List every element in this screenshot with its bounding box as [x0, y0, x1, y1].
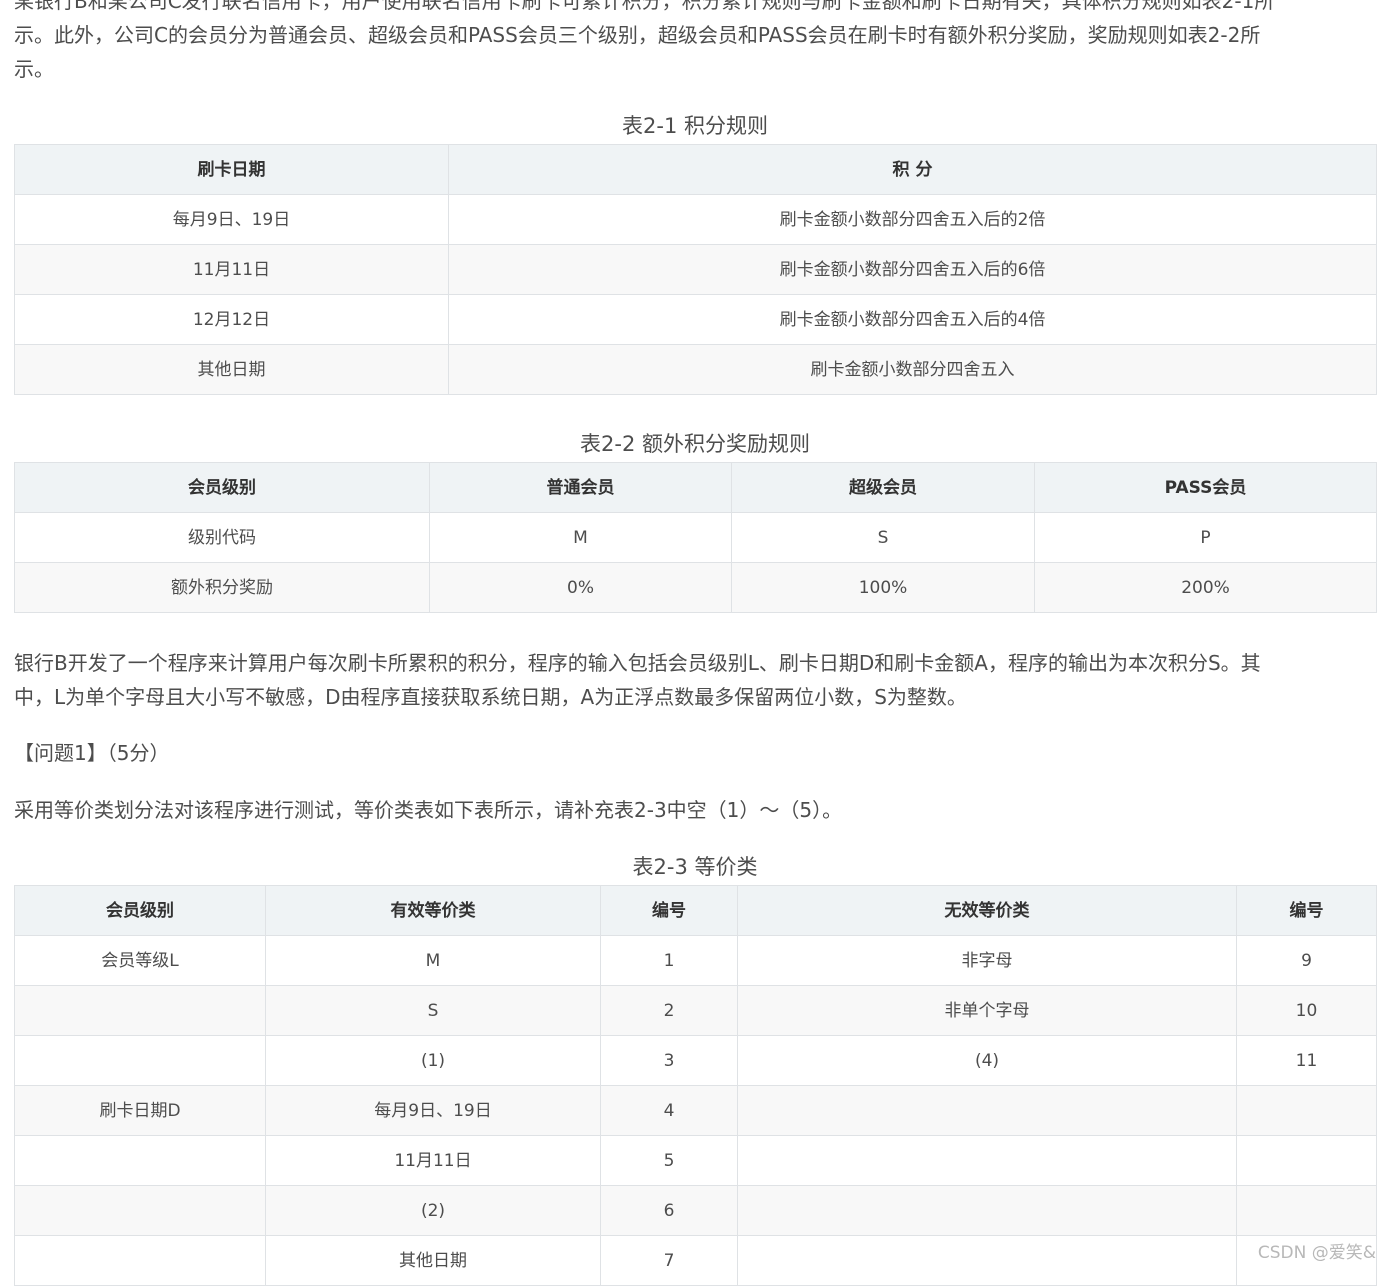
table-cell: S [265, 985, 601, 1036]
table-cell: 非单个字母 [737, 985, 1237, 1036]
table-cell: 刷卡金额小数部分四舍五入后的6倍 [448, 244, 1377, 295]
table-cell: 每月9日、19日 [265, 1085, 601, 1136]
table-row: S 2 非单个字母 10 [14, 985, 1377, 1036]
table-cell: 刷卡金额小数部分四舍五入后的2倍 [448, 194, 1377, 245]
header-valid-class: 有效等价类 [265, 885, 601, 936]
table-cell: 刷卡日期D [14, 1085, 266, 1136]
table-cell [1236, 1185, 1377, 1236]
table-cell: M [429, 512, 732, 563]
table-cell: 12月12日 [14, 294, 449, 345]
points-rule-table: 刷卡日期 积 分 每月9日、19日 刷卡金额小数部分四舍五入后的2倍 11月11… [14, 144, 1377, 395]
header-card-date: 刷卡日期 [14, 144, 449, 195]
body-line-2: 中，L为单个字母且大小写不敏感，D由程序直接获取系统日期，A为正浮点数最多保留两… [14, 685, 967, 709]
header-super-member: 超级会员 [731, 462, 1035, 513]
table-cell: 刷卡金额小数部分四舍五入 [448, 344, 1377, 395]
table-row: 每月9日、19日 刷卡金额小数部分四舍五入后的2倍 [14, 194, 1377, 245]
table-row: (2) 6 [14, 1185, 1377, 1236]
table-cell: 3 [600, 1035, 738, 1086]
table-cell: 级别代码 [14, 512, 430, 563]
table-cell: 7 [600, 1235, 738, 1286]
table-cell: (1) [265, 1035, 601, 1086]
table-cell [14, 1135, 266, 1186]
table-cell: P [1034, 512, 1377, 563]
table-row: 12月12日 刷卡金额小数部分四舍五入后的4倍 [14, 294, 1377, 345]
table-cell: 6 [600, 1185, 738, 1236]
equivalence-class-table: 会员级别 有效等价类 编号 无效等价类 编号 会员等级L M 1 非字母 9 S… [14, 885, 1377, 1286]
table-cell [737, 1185, 1237, 1236]
table-cell [14, 985, 266, 1036]
header-invalid-class: 无效等价类 [737, 885, 1237, 936]
table-cell: 每月9日、19日 [14, 194, 449, 245]
table-cell: (2) [265, 1185, 601, 1236]
table-row: 会员等级L M 1 非字母 9 [14, 935, 1377, 986]
table-row: 刷卡日期D 每月9日、19日 4 [14, 1085, 1377, 1136]
table-cell: 刷卡金额小数部分四舍五入后的4倍 [448, 294, 1377, 345]
table-cell: (4) [737, 1035, 1237, 1086]
table-header-row: 会员级别 有效等价类 编号 无效等价类 编号 [14, 885, 1377, 936]
table-cell [1236, 1135, 1377, 1186]
table-cell [737, 1235, 1237, 1286]
header-invalid-number: 编号 [1236, 885, 1377, 936]
table-row: (1) 3 (4) 11 [14, 1035, 1377, 1086]
table2-caption: 表2-2 额外积分奖励规则 [580, 432, 810, 456]
table-row: 11月11日 刷卡金额小数部分四舍五入后的6倍 [14, 244, 1377, 295]
table-header-row: 会员级别 普通会员 超级会员 PASS会员 [14, 462, 1377, 513]
intro-line-3: 示。 [14, 57, 54, 81]
header-pass-member: PASS会员 [1034, 462, 1377, 513]
table-cell: 100% [731, 562, 1035, 613]
header-member-level: 会员级别 [14, 462, 430, 513]
header-member-level: 会员级别 [14, 885, 266, 936]
table-cell [14, 1035, 266, 1086]
header-valid-number: 编号 [600, 885, 738, 936]
intro-line-1: 某银行B和某公司C发行联名信用卡，用户使用联名信用卡刷卡可累计积分，积分累计规则… [14, 0, 1275, 13]
table-cell: 额外积分奖励 [14, 562, 430, 613]
table-cell [1236, 1085, 1377, 1136]
body-line-1: 银行B开发了一个程序来计算用户每次刷卡所累积的积分，程序的输入包括会员级别L、刷… [14, 651, 1261, 675]
table-cell: 9 [1236, 935, 1377, 986]
table-cell [14, 1235, 266, 1286]
table-cell: S [731, 512, 1035, 563]
table-cell: 其他日期 [265, 1235, 601, 1286]
bonus-rule-table: 会员级别 普通会员 超级会员 PASS会员 级别代码 M S P 额外积分奖励 … [14, 462, 1377, 613]
table-cell: 1 [600, 935, 738, 986]
table-row: 其他日期 刷卡金额小数部分四舍五入 [14, 344, 1377, 395]
table-row: 其他日期 7 [14, 1235, 1377, 1286]
table-cell: 200% [1034, 562, 1377, 613]
table-cell: 会员等级L [14, 935, 266, 986]
watermark: CSDN @爱笑& [1257, 1243, 1376, 1263]
table-cell: 非字母 [737, 935, 1237, 986]
table-cell: 10 [1236, 985, 1377, 1036]
table-cell: 11 [1236, 1035, 1377, 1086]
table-cell: 11月11日 [14, 244, 449, 295]
table-cell: 0% [429, 562, 732, 613]
table-cell: 其他日期 [14, 344, 449, 395]
table-cell [737, 1085, 1237, 1136]
table-header-row: 刷卡日期 积 分 [14, 144, 1377, 195]
header-normal-member: 普通会员 [429, 462, 732, 513]
intro-line-2: 示。此外，公司C的会员分为普通会员、超级会员和PASS会员三个级别，超级会员和P… [14, 23, 1261, 47]
table-cell: 4 [600, 1085, 738, 1136]
table3-caption: 表2-3 等价类 [632, 855, 758, 879]
table-cell [737, 1135, 1237, 1186]
instruction-text: 采用等价类划分法对该程序进行测试，等价类表如下表所示，请补充表2-3中空（1）～… [14, 798, 843, 822]
table-row: 11月11日 5 [14, 1135, 1377, 1186]
table-row: 级别代码 M S P [14, 512, 1377, 563]
question-heading: 【问题1】（5分） [14, 741, 170, 765]
table-cell: 2 [600, 985, 738, 1036]
table-cell: M [265, 935, 601, 986]
table1-caption: 表2-1 积分规则 [622, 114, 768, 138]
table-cell: 5 [600, 1135, 738, 1186]
table-cell [14, 1185, 266, 1236]
table-cell: 11月11日 [265, 1135, 601, 1186]
table-row: 额外积分奖励 0% 100% 200% [14, 562, 1377, 613]
header-points: 积 分 [448, 144, 1377, 195]
